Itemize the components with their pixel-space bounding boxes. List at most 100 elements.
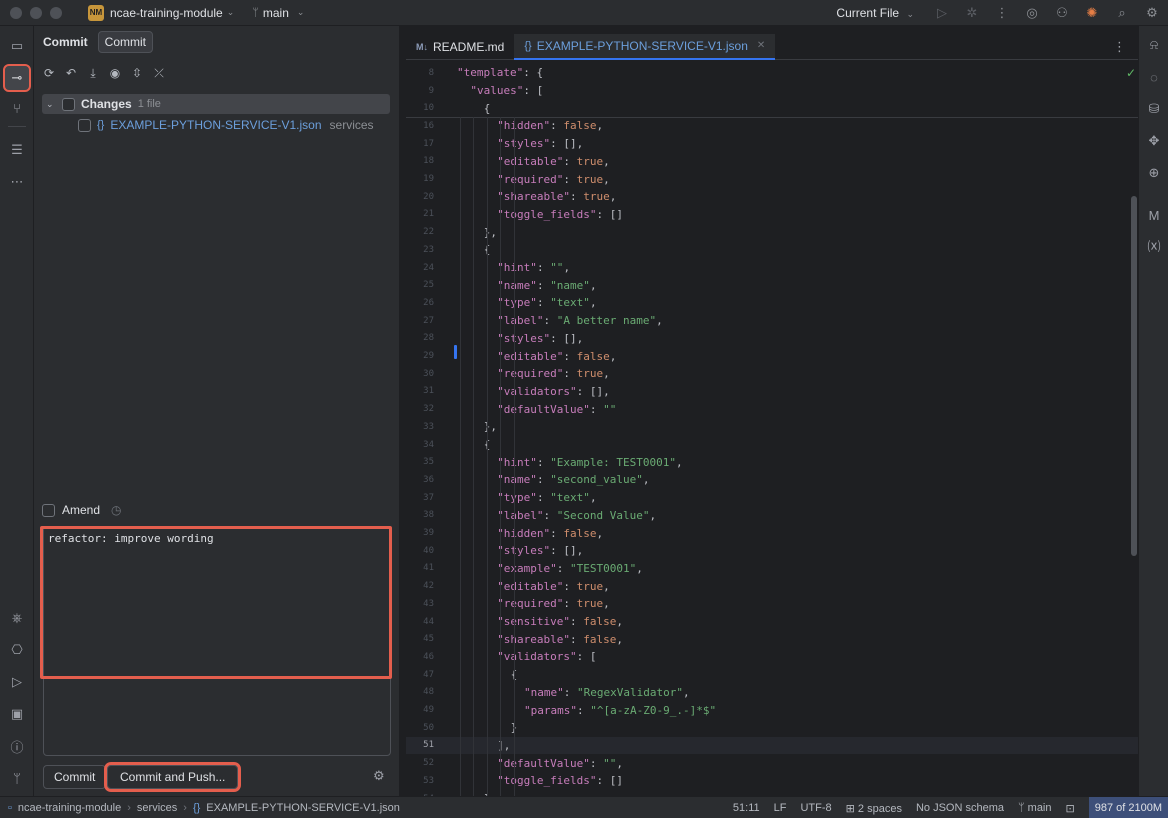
line-number[interactable]: 45 — [406, 634, 434, 644]
line-number[interactable]: 38 — [406, 510, 434, 520]
problems-icon[interactable]: ⓘ — [5, 734, 29, 758]
line-number[interactable]: 23 — [406, 245, 434, 255]
line-number[interactable]: 28 — [406, 333, 434, 343]
line-number[interactable]: 33 — [406, 422, 434, 432]
project-folder-icon[interactable]: ▭ — [5, 34, 29, 58]
code-line[interactable]: 48 "name": "RegexValidator", — [406, 684, 1140, 702]
commit-tool-icon[interactable]: ⊸ — [3, 64, 31, 92]
close-window-icon[interactable] — [10, 6, 22, 19]
code-line[interactable]: 44 "sensitive": false, — [406, 613, 1140, 631]
tab-actions-icon[interactable]: ⋮ — [1113, 39, 1126, 55]
database-icon[interactable]: ⛁ — [1143, 98, 1165, 120]
code-line[interactable]: 10 { — [406, 99, 1140, 117]
plugin-icon[interactable]: ✥ — [1143, 130, 1165, 152]
status-branch[interactable]: ᛘ main — [1018, 802, 1052, 814]
code-line[interactable]: 34{ — [406, 436, 1140, 454]
code-line[interactable]: 45 "shareable": false, — [406, 630, 1140, 648]
show-diff-icon[interactable]: ◉ — [108, 66, 122, 81]
code-line[interactable]: 24 "hint": "", — [406, 259, 1140, 277]
chevron-down-icon[interactable]: ⌄ — [46, 99, 56, 110]
line-number[interactable]: 18 — [406, 156, 434, 166]
refresh-icon[interactable]: ⟳ — [42, 66, 56, 81]
code-line[interactable]: 52 "defaultValue": "", — [406, 754, 1140, 772]
file-checkbox[interactable] — [78, 118, 91, 132]
commit-message-input[interactable]: refactor: improve wording — [48, 532, 378, 672]
code-line[interactable]: 30 "required": true, — [406, 365, 1140, 383]
more-actions-icon[interactable]: ⋮ — [994, 5, 1010, 21]
changed-file-name[interactable]: EXAMPLE-PYTHON-SERVICE-V1.json — [110, 118, 321, 132]
code-line[interactable]: 36 "name": "second_value", — [406, 471, 1140, 489]
code-line[interactable]: 8 "template": { — [406, 64, 1140, 82]
minimize-window-icon[interactable] — [30, 6, 42, 19]
line-number[interactable]: 26 — [406, 298, 434, 308]
notifications-icon[interactable]: ⍾ — [1143, 34, 1165, 56]
commit-button[interactable]: Commit — [43, 765, 107, 789]
line-number[interactable]: 31 — [406, 386, 434, 396]
commit-and-push-button[interactable]: Commit and Push... — [103, 762, 242, 792]
line-number[interactable]: 49 — [406, 705, 434, 715]
history-clock-icon[interactable]: ◷ — [111, 503, 121, 517]
line-number[interactable]: 42 — [406, 581, 434, 591]
git-icon[interactable]: ᛘ — [5, 766, 29, 790]
code-line[interactable]: 38 "label": "Second Value", — [406, 507, 1140, 525]
endpoints-icon[interactable]: ⊕ — [1143, 162, 1165, 184]
line-number[interactable]: 25 — [406, 280, 434, 290]
ai-chat-icon[interactable]: ◌ — [1143, 66, 1165, 88]
code-line[interactable]: 16 "hidden": false, — [406, 117, 1140, 135]
line-number[interactable]: 35 — [406, 457, 434, 467]
tab-readme[interactable]: M↓ README.md — [406, 34, 514, 60]
line-number[interactable]: 48 — [406, 687, 434, 697]
expand-all-icon[interactable]: ⇳ — [130, 66, 144, 81]
more-tools-icon[interactable]: ⋯ — [5, 170, 29, 194]
line-number[interactable]: 21 — [406, 209, 434, 219]
code-line[interactable]: 39 "hidden": false, — [406, 524, 1140, 542]
lock-icon[interactable]: ⊡ — [1066, 802, 1075, 815]
code-line[interactable]: 25 "name": "name", — [406, 276, 1140, 294]
rollback-icon[interactable]: ↶ — [64, 66, 78, 81]
crumb-file[interactable]: EXAMPLE-PYTHON-SERVICE-V1.json — [206, 802, 400, 814]
caret-position[interactable]: 51:11 — [733, 802, 760, 814]
code-line[interactable]: 9 "values": [ — [406, 82, 1140, 100]
line-number[interactable]: 50 — [406, 723, 434, 733]
line-number[interactable]: 10 — [406, 103, 434, 113]
run-config-selector[interactable]: Current File ⌄ — [836, 6, 914, 20]
code-line[interactable]: 37 "type": "text", — [406, 489, 1140, 507]
line-number[interactable]: 34 — [406, 440, 434, 450]
code-line[interactable]: 29 "editable": false, — [406, 347, 1140, 365]
code-line[interactable]: 22}, — [406, 223, 1140, 241]
code-line[interactable]: 26 "type": "text", — [406, 294, 1140, 312]
code-with-me-icon[interactable]: ◎ — [1024, 5, 1040, 21]
code-line[interactable]: 27 "label": "A better name", — [406, 312, 1140, 330]
changes-checkbox[interactable] — [62, 97, 75, 111]
code-line[interactable]: 42 "editable": true, — [406, 577, 1140, 595]
markdown-preview-icon[interactable]: M — [1143, 204, 1165, 226]
changes-group-row[interactable]: ⌄ Changes 1 file — [42, 94, 390, 114]
line-number[interactable]: 46 — [406, 652, 434, 662]
indent-setting[interactable]: ⊞ 2 spaces — [846, 802, 902, 815]
amend-checkbox[interactable] — [42, 503, 55, 517]
add-user-icon[interactable]: ⚇ — [1054, 5, 1070, 21]
commit-options-gear-icon[interactable]: ⚙ — [373, 768, 385, 784]
code-line[interactable]: 32 "defaultValue": "" — [406, 400, 1140, 418]
code-line[interactable]: 41 "example": "TEST0001", — [406, 560, 1140, 578]
json-schema[interactable]: No JSON schema — [916, 802, 1004, 814]
line-number[interactable]: 44 — [406, 617, 434, 627]
line-number[interactable]: 47 — [406, 670, 434, 680]
code-line[interactable]: 31 "validators": [], — [406, 383, 1140, 401]
structure-icon[interactable]: ☰ — [5, 138, 29, 162]
line-number[interactable]: 37 — [406, 493, 434, 503]
debug-icon[interactable]: ✲ — [964, 5, 980, 21]
run-tool-icon[interactable]: ▷ — [5, 670, 29, 694]
settings-icon[interactable]: ⚙ — [1144, 5, 1160, 21]
code-line[interactable]: 43 "required": true, — [406, 595, 1140, 613]
line-number[interactable]: 22 — [406, 227, 434, 237]
line-number[interactable]: 32 — [406, 404, 434, 414]
line-number[interactable]: 24 — [406, 263, 434, 273]
line-number[interactable]: 29 — [406, 351, 434, 361]
memory-indicator[interactable]: 987 of 2100M — [1088, 797, 1168, 818]
variables-icon[interactable]: ⒳ — [1143, 234, 1165, 256]
line-number[interactable]: 41 — [406, 563, 434, 573]
line-number[interactable]: 53 — [406, 776, 434, 786]
line-number[interactable]: 9 — [406, 86, 434, 96]
line-number[interactable]: 20 — [406, 192, 434, 202]
